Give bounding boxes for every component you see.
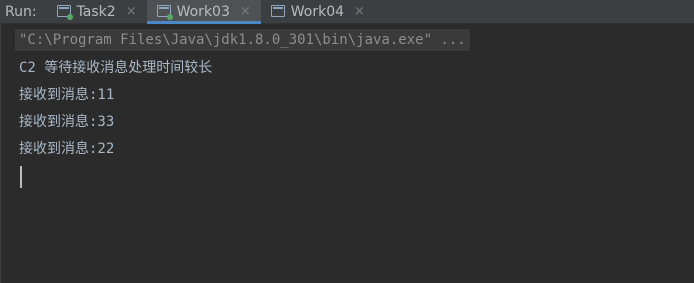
running-indicator-icon xyxy=(166,14,173,20)
console-line: 接收到消息:33 xyxy=(19,114,115,130)
console-line: 接收到消息:22 xyxy=(19,141,115,157)
tab-task2[interactable]: Task2 × xyxy=(47,0,147,24)
command-line: "C:\Program Files\Java\jdk1.8.0_301\bin\… xyxy=(15,29,694,55)
console-line: 接收到消息:11 xyxy=(19,87,115,103)
close-icon[interactable]: × xyxy=(354,0,365,24)
run-tool-window: Run: Task2 × Work03 × Work04 × "C:\Progr… xyxy=(0,0,694,283)
running-indicator-icon xyxy=(66,14,73,20)
console-icon xyxy=(156,5,173,20)
run-toolbar: Run: Task2 × Work03 × Work04 × xyxy=(1,0,694,24)
console-output[interactable]: "C:\Program Files\Java\jdk1.8.0_301\bin\… xyxy=(15,29,694,163)
tab-work04[interactable]: Work04 × xyxy=(261,0,375,24)
tab-label: Task2 xyxy=(76,3,116,20)
tab-work03[interactable]: Work03 × xyxy=(146,0,261,24)
tab-label: Work04 xyxy=(290,3,345,20)
tab-label: Work03 xyxy=(176,3,230,20)
command-text[interactable]: "C:\Program Files\Java\jdk1.8.0_301\bin\… xyxy=(15,29,470,51)
console-line: C2 等待接收消息处理时间较长 xyxy=(19,60,213,76)
close-icon[interactable]: × xyxy=(126,0,137,24)
console-icon xyxy=(270,5,285,17)
run-label: Run: xyxy=(5,3,37,20)
close-icon[interactable]: × xyxy=(240,0,251,24)
console-icon xyxy=(56,5,73,20)
text-cursor xyxy=(20,166,22,188)
